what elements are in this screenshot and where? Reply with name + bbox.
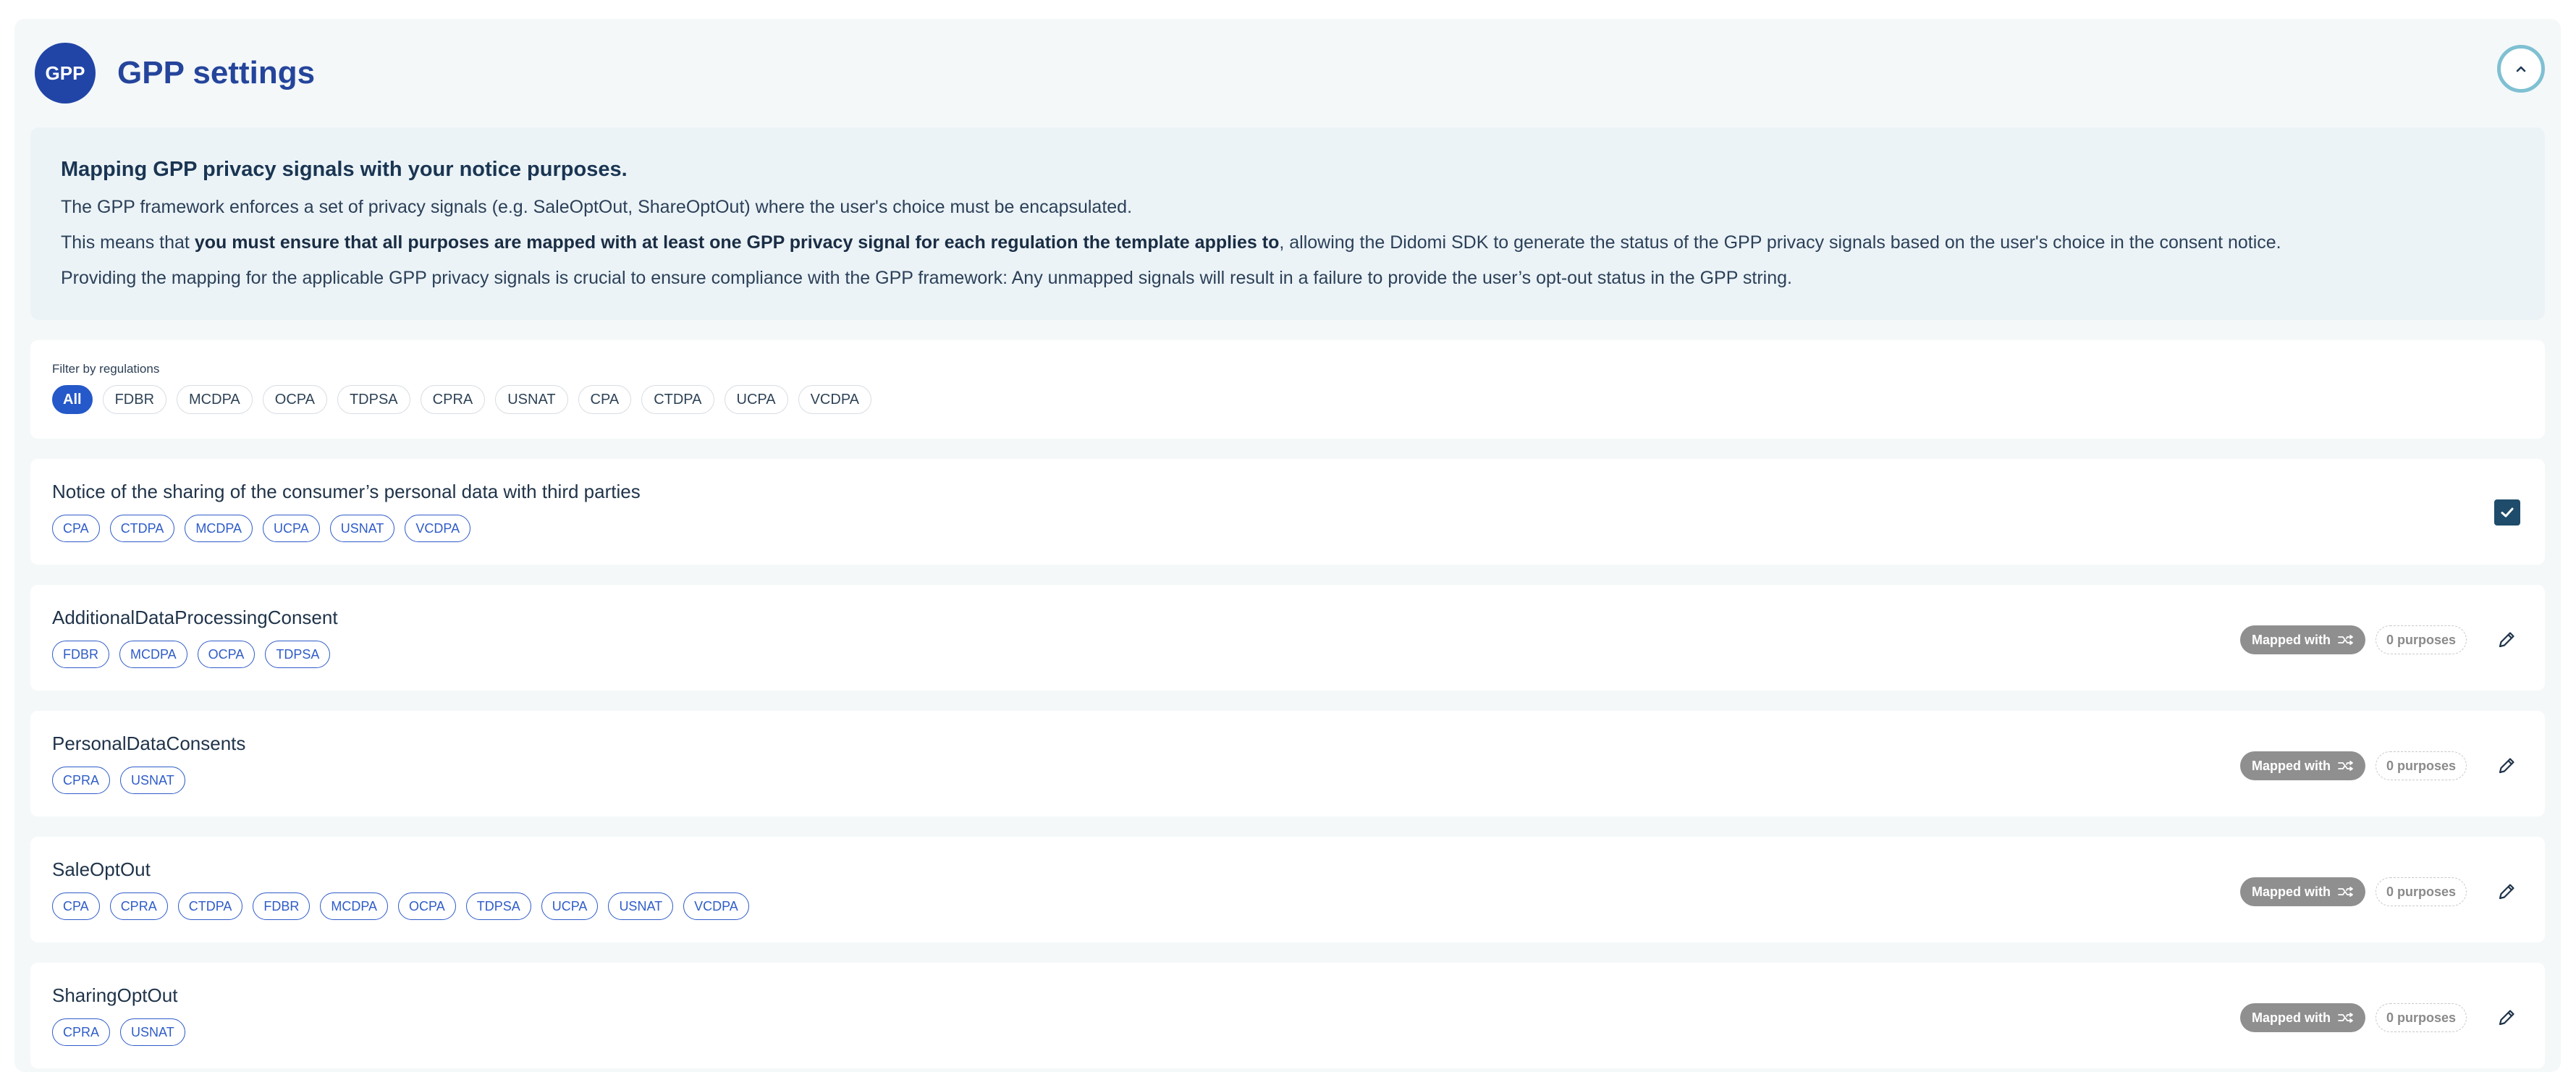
edit-button[interactable] (2494, 1005, 2519, 1030)
purposes-count: 0 purposes (2375, 877, 2467, 906)
gpp-badge: GPP (35, 43, 96, 104)
filter-chip-ocpa[interactable]: OCPA (262, 385, 327, 414)
mapped-with-badge: Mapped with (2239, 751, 2365, 780)
regulation-tags: FDBR MCDPA OCPA TDPSA (52, 641, 2523, 668)
shuffle-icon (2338, 887, 2353, 897)
regulation-tag: TDPSA (465, 892, 531, 920)
filter-chip-all[interactable]: All (52, 385, 93, 414)
regulation-tag: UCPA (263, 515, 320, 542)
filter-chip-ctdpa[interactable]: CTDPA (641, 385, 714, 414)
regulation-tag: CPA (52, 515, 100, 542)
signal-name: PersonalDataConsents (52, 733, 246, 754)
regulation-tag: CPRA (52, 1018, 111, 1046)
filter-chip-tdpsa[interactable]: TDPSA (337, 385, 410, 414)
regulation-tag: MCDPA (185, 515, 253, 542)
regulation-tags: CPA CPRA CTDPA FDBR MCDPA OCPA TDPSA UCP… (52, 892, 2523, 920)
shuffle-icon (2338, 635, 2353, 645)
mapped-with-label: Mapped with (2251, 1010, 2331, 1025)
info-line-2-suffix: , allowing the Didomi SDK to generate th… (1279, 232, 2281, 253)
pencil-icon (2499, 884, 2514, 900)
regulation-tag: OCPA (398, 892, 456, 920)
mapped-with-badge: Mapped with (2239, 625, 2365, 654)
signal-row-personal-data-consents: PersonalDataConsents CPRA USNAT Mapped w… (30, 711, 2545, 816)
mapped-with-badge: Mapped with (2239, 1003, 2365, 1032)
regulation-tags: CPA CTDPA MCDPA UCPA USNAT VCDPA (52, 515, 2523, 542)
signal-name: SharingOptOut (52, 984, 178, 1006)
regulation-tags: CPRA USNAT (52, 1018, 2523, 1046)
collapse-button[interactable] (2497, 45, 2545, 93)
regulation-tags: CPRA USNAT (52, 767, 2523, 794)
signal-actions: Mapped with 0 purposes (2239, 877, 2519, 906)
regulation-tag: FDBR (52, 641, 109, 668)
edit-button[interactable] (2494, 879, 2519, 904)
pencil-icon (2499, 1010, 2514, 1026)
signal-actions: Mapped with 0 purposes (2239, 751, 2519, 780)
regulation-tag: MCDPA (320, 892, 389, 920)
signal-actions: Mapped with 0 purposes (2239, 625, 2519, 654)
mapped-with-badge: Mapped with (2239, 877, 2365, 906)
filter-chip-ucpa[interactable]: UCPA (724, 385, 788, 414)
mapped-with-label: Mapped with (2251, 884, 2331, 899)
shuffle-icon (2338, 761, 2353, 771)
filter-label: Filter by regulations (52, 362, 160, 376)
regulation-tag: VCDPA (405, 515, 471, 542)
signal-row-sale-opt-out: SaleOptOut CPA CPRA CTDPA FDBR MCDPA OCP… (30, 837, 2545, 942)
filter-chip-cpra[interactable]: CPRA (420, 385, 486, 414)
signal-row-additional-data-processing-consent: AdditionalDataProcessingConsent FDBR MCD… (30, 585, 2545, 691)
signal-name: SaleOptOut (52, 858, 151, 880)
regulation-tag: MCDPA (119, 641, 187, 668)
purposes-count: 0 purposes (2375, 1003, 2467, 1032)
regulation-tag: CTDPA (177, 892, 243, 920)
check-icon (2501, 507, 2514, 518)
filter-chips: All FDBR MCDPA OCPA TDPSA CPRA USNAT CPA… (52, 385, 2523, 414)
notice-sharing-title: Notice of the sharing of the consumer’s … (52, 481, 641, 502)
regulation-tag: USNAT (608, 892, 674, 920)
regulation-tag: TDPSA (265, 641, 331, 668)
filter-chip-usnat[interactable]: USNAT (495, 385, 568, 414)
edit-button[interactable] (2494, 628, 2519, 652)
regulation-tag: OCPA (197, 641, 256, 668)
info-line-2: This means that you must ensure that all… (61, 232, 2514, 253)
regulation-filter: Filter by regulations All FDBR MCDPA OCP… (30, 340, 2545, 439)
regulation-tag: CPA (52, 892, 100, 920)
info-line-3: Providing the mapping for the applicable… (61, 268, 1792, 288)
regulation-tag: CPRA (109, 892, 168, 920)
info-title: Mapping GPP privacy signals with your no… (61, 158, 628, 181)
mapped-with-label: Mapped with (2251, 632, 2331, 647)
info-box: Mapping GPP privacy signals with your no… (30, 127, 2545, 320)
info-line-2-bold: you must ensure that all purposes are ma… (194, 232, 1280, 253)
purposes-count: 0 purposes (2375, 625, 2467, 654)
filter-chip-vcdpa[interactable]: VCDPA (798, 385, 872, 414)
regulation-tag: CPRA (52, 767, 111, 794)
shuffle-icon (2338, 1013, 2353, 1023)
mapped-with-label: Mapped with (2251, 758, 2331, 773)
regulation-tag: UCPA (541, 892, 599, 920)
regulation-tag: CTDPA (109, 515, 175, 542)
info-line-2-prefix: This means that (61, 232, 195, 253)
page-title: GPP settings (117, 55, 316, 90)
purposes-count: 0 purposes (2375, 751, 2467, 780)
filter-chip-mcdpa[interactable]: MCDPA (177, 385, 253, 414)
signal-row-sharing-opt-out: SharingOptOut CPRA USNAT Mapped with 0 p… (30, 963, 2545, 1068)
gpp-settings-panel: GPP GPP settings Mapping GPP privacy sig… (14, 19, 2561, 1072)
signal-actions: Mapped with 0 purposes (2239, 1003, 2519, 1032)
pencil-icon (2499, 758, 2514, 774)
regulation-tag: USNAT (120, 1018, 185, 1046)
filter-chip-fdbr[interactable]: FDBR (102, 385, 167, 414)
signal-name: AdditionalDataProcessingConsent (52, 607, 338, 628)
notice-sharing-row: Notice of the sharing of the consumer’s … (30, 459, 2545, 565)
regulation-tag: FDBR (253, 892, 311, 920)
filter-chip-cpa[interactable]: CPA (578, 385, 632, 414)
notice-sharing-checkbox[interactable] (2494, 499, 2520, 526)
panel-header: GPP GPP settings (30, 19, 2545, 127)
chevron-up-icon (2516, 66, 2526, 72)
regulation-tag: VCDPA (683, 892, 749, 920)
regulation-tag: USNAT (329, 515, 395, 542)
edit-button[interactable] (2494, 754, 2519, 778)
regulation-tag: USNAT (120, 767, 185, 794)
info-line-1: The GPP framework enforces a set of priv… (61, 197, 1133, 217)
pencil-icon (2499, 632, 2514, 648)
